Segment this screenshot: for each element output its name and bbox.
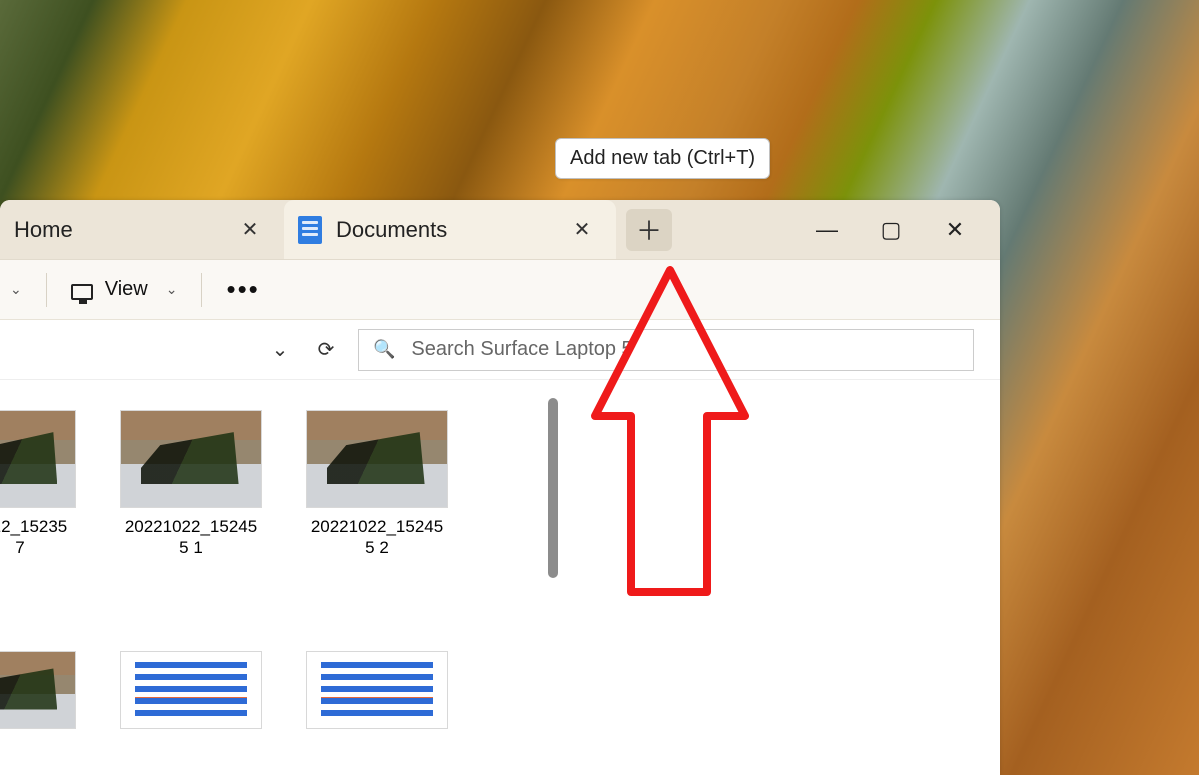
maximize-button[interactable]: ▢ [876, 217, 906, 243]
file-label: 20221022_15245 5 1 [120, 516, 262, 559]
chevron-down-icon: ⌄ [166, 281, 178, 298]
monitor-icon [71, 284, 93, 300]
separator [46, 273, 47, 307]
file-item[interactable]: 1022_15235 7 [0, 410, 76, 605]
chevron-down-icon[interactable]: ⌄ [10, 281, 22, 298]
search-input[interactable]: 🔍 Search Surface Laptop 5 [358, 329, 974, 371]
file-thumbnail [0, 651, 76, 729]
more-options-button[interactable]: ••• [226, 274, 259, 305]
file-thumbnail [306, 651, 448, 729]
refresh-button[interactable]: ⟳ [312, 336, 340, 364]
file-label: 1022_15235 7 [0, 516, 76, 559]
search-placeholder: Search Surface Laptop 5 [411, 338, 632, 361]
window-controls: — ▢ ✕ [792, 200, 1000, 260]
file-item[interactable] [306, 651, 448, 729]
titlebar: Home ✕ Documents ✕ ＋ — ▢ ✕ [0, 200, 1000, 260]
nav-row: ⌄ ⟳ 🔍 Search Surface Laptop 5 [0, 320, 1000, 380]
close-window-button[interactable]: ✕ [940, 217, 970, 243]
file-item[interactable]: 20221022_15245 5 1 [120, 410, 262, 605]
file-item[interactable] [0, 651, 76, 729]
tab-label: Documents [336, 217, 550, 243]
tab-documents[interactable]: Documents ✕ [284, 200, 616, 259]
file-thumbnail [120, 410, 262, 508]
view-menu[interactable]: View ⌄ [71, 278, 178, 301]
chevron-down-icon[interactable]: ⌄ [266, 336, 294, 364]
scrollbar[interactable] [540, 380, 562, 775]
file-item[interactable]: 20221022_15245 5 2 [306, 410, 448, 605]
file-grid: 1022_15235 7 20221022_15245 5 1 20221022… [0, 380, 540, 775]
close-icon[interactable]: ✕ [564, 212, 600, 248]
file-explorer-window: Home ✕ Documents ✕ ＋ — ▢ ✕ ⌄ View ⌄ ••• [0, 200, 1000, 775]
tab-label: Home [14, 217, 218, 243]
tooltip-add-tab: Add new tab (Ctrl+T) [555, 138, 770, 179]
close-icon[interactable]: ✕ [232, 212, 268, 248]
separator [201, 273, 202, 307]
new-tab-button[interactable]: ＋ [626, 209, 672, 251]
file-thumbnail [120, 651, 262, 729]
toolbar: ⌄ View ⌄ ••• [0, 260, 1000, 320]
file-label: 20221022_15245 5 2 [306, 516, 448, 559]
plus-icon: ＋ [636, 211, 662, 248]
file-item[interactable] [120, 651, 262, 729]
minimize-button[interactable]: — [812, 217, 842, 243]
content-pane: 1022_15235 7 20221022_15245 5 1 20221022… [0, 380, 1000, 775]
document-icon [298, 216, 322, 244]
view-label: View [105, 278, 148, 301]
file-thumbnail [0, 410, 76, 508]
tab-home[interactable]: Home ✕ [0, 200, 284, 259]
search-icon: 🔍 [373, 339, 395, 360]
file-thumbnail [306, 410, 448, 508]
